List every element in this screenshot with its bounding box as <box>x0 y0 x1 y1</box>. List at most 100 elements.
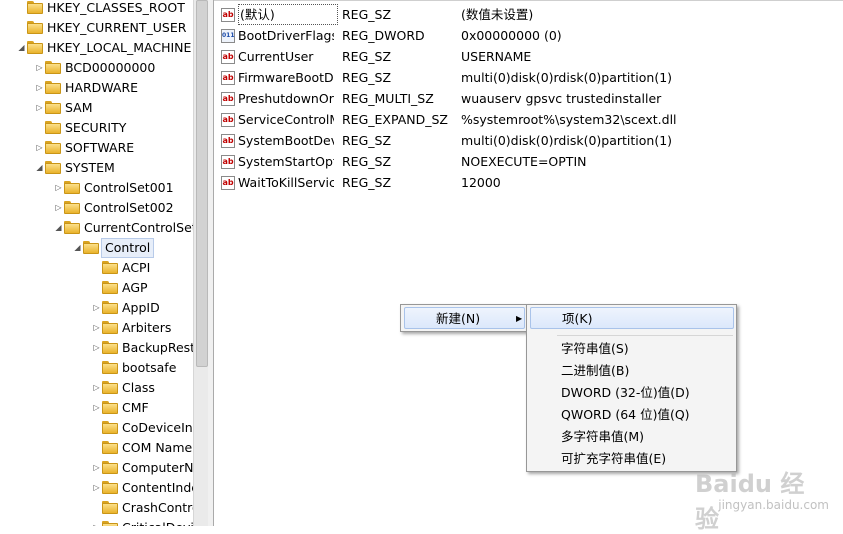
value-data: USERNAME <box>461 49 532 64</box>
tree-node[interactable]: ▷ BackupRestore <box>0 338 193 358</box>
folder-icon <box>45 141 61 154</box>
tree-node[interactable]: ◢ Control <box>0 238 193 258</box>
submenu-item-label: QWORD (64 位)值(Q) <box>561 407 690 422</box>
value-type: REG_SZ <box>342 154 392 169</box>
tree-node[interactable]: CrashControl <box>0 498 193 518</box>
value-name: SystemStartOptions <box>238 154 334 169</box>
value-row[interactable]: abPreshutdownOrder REG_MULTI_SZ wuauserv g… <box>214 88 843 109</box>
value-data: wuauserv gpsvc trustedinstaller <box>461 91 662 106</box>
tree-node[interactable]: ▷ SAM <box>0 98 193 118</box>
expand-arrow-icon[interactable]: ▷ <box>92 478 101 498</box>
collapse-arrow-icon[interactable]: ◢ <box>73 238 82 258</box>
string-value-icon: ab <box>221 134 235 148</box>
tree-node[interactable]: ◢ SYSTEM <box>0 158 193 178</box>
folder-icon <box>102 321 118 334</box>
folder-icon <box>27 21 43 34</box>
value-row[interactable]: abSystemBootDevice REG_SZ multi(0)disk(0)r… <box>214 130 843 151</box>
value-name: ServiceControlManagerExtension <box>238 112 334 127</box>
value-row[interactable]: abServiceControlManagerExtension REG_EXPA… <box>214 109 843 130</box>
tree-node-label: CurrentControlSet <box>84 220 193 235</box>
value-row[interactable]: abSystemStartOptions REG_SZ NOEXECUTE=OPT… <box>214 151 843 172</box>
submenu-item-label: DWORD (32-位)值(D) <box>561 385 690 400</box>
tree-node[interactable]: ▷ ControlSet001 <box>0 178 193 198</box>
tree-node[interactable]: ◢ HKEY_LOCAL_MACHINE <box>0 38 193 58</box>
tree-node[interactable]: ▷ Arbiters <box>0 318 193 338</box>
tree-node[interactable]: CoDeviceInsta <box>0 418 193 438</box>
value-name: CurrentUser <box>238 49 314 64</box>
value-row[interactable]: ab CurrentUser REG_SZ USERNAME <box>214 46 843 67</box>
tree-node[interactable]: SECURITY <box>0 118 193 138</box>
tree-node[interactable]: COM Name Ar <box>0 438 193 458</box>
value-name: SystemBootDevice <box>238 133 334 148</box>
value-row[interactable]: abWaitToKillServiceTimeout REG_SZ 12000 <box>214 172 843 193</box>
folder-icon <box>102 301 118 314</box>
tree-node[interactable]: ▷ CMF <box>0 398 193 418</box>
expand-arrow-icon[interactable]: ▷ <box>92 318 101 338</box>
expand-arrow-icon[interactable]: ▷ <box>92 398 101 418</box>
tree-node[interactable]: HKEY_CLASSES_ROOT <box>0 0 193 18</box>
folder-icon <box>102 501 118 514</box>
folder-icon <box>102 401 118 414</box>
tree-node[interactable]: ACPI <box>0 258 193 278</box>
value-data: 0x00000000 (0) <box>461 28 562 43</box>
submenu-item-dword-value[interactable]: DWORD (32-位)值(D) <box>530 382 734 404</box>
expand-arrow-icon[interactable]: ▷ <box>54 198 63 218</box>
tree-node[interactable]: ▷ CriticalDeviceD <box>0 518 193 526</box>
folder-icon <box>102 261 118 274</box>
tree-scrollbar[interactable] <box>193 0 208 526</box>
tree-node-label: Class <box>122 380 155 395</box>
string-value-icon: ab <box>221 71 235 85</box>
value-name: WaitToKillServiceTimeout <box>238 175 334 190</box>
collapse-arrow-icon[interactable]: ◢ <box>35 158 44 178</box>
submenu-item-key[interactable]: 项(K) <box>530 307 734 329</box>
submenu-item-binary-value[interactable]: 二进制值(B) <box>530 360 734 382</box>
folder-icon <box>64 221 80 234</box>
submenu-item-qword-value[interactable]: QWORD (64 位)值(Q) <box>530 404 734 426</box>
expand-arrow-icon[interactable]: ▷ <box>92 518 101 526</box>
tree-scrollbar-thumb[interactable] <box>196 0 208 367</box>
tree-node[interactable]: ▷ HARDWARE <box>0 78 193 98</box>
tree-node[interactable]: bootsafe <box>0 358 193 378</box>
value-row[interactable]: 011 BootDriverFlags REG_DWORD 0x00000000 (0… <box>214 25 843 46</box>
expand-arrow-icon[interactable]: ▷ <box>35 78 44 98</box>
collapse-arrow-icon[interactable]: ◢ <box>54 218 63 238</box>
tree-node-label: SYSTEM <box>65 160 115 175</box>
expand-arrow-icon[interactable]: ▷ <box>35 98 44 118</box>
tree-node[interactable]: ▷ AppID <box>0 298 193 318</box>
submenu-item-label: 多字符串值(M) <box>561 429 645 444</box>
tree-node-label: COM Name Ar <box>122 440 193 455</box>
string-value-icon: ab <box>221 155 235 169</box>
tree-node[interactable]: ▷ BCD00000000 <box>0 58 193 78</box>
tree-node-label: HKEY_CLASSES_ROOT <box>47 0 185 15</box>
expand-arrow-icon[interactable]: ▷ <box>92 298 101 318</box>
expand-arrow-icon[interactable]: ▷ <box>92 378 101 398</box>
expand-arrow-icon[interactable]: ▷ <box>92 458 101 478</box>
expand-arrow-icon[interactable]: ▷ <box>35 58 44 78</box>
tree-node[interactable]: AGP <box>0 278 193 298</box>
value-type: REG_MULTI_SZ <box>342 91 434 106</box>
tree-node[interactable]: ▷ SOFTWARE <box>0 138 193 158</box>
value-row[interactable]: abFirmwareBootDevice REG_SZ multi(0)disk(0… <box>214 67 843 88</box>
expand-arrow-icon[interactable]: ▷ <box>92 338 101 358</box>
menu-item-new[interactable]: 新建(N) ▶ <box>404 307 525 329</box>
expand-arrow-icon[interactable]: ▷ <box>35 138 44 158</box>
value-type: REG_DWORD <box>342 28 425 43</box>
value-row[interactable]: ab (默认) REG_SZ (数值未设置) <box>214 4 843 25</box>
registry-key-tree[interactable]: HKEY_CLASSES_ROOT HKEY_CURRENT_USER ◢ HKEY_… <box>0 0 193 526</box>
value-type: REG_SZ <box>342 70 392 85</box>
folder-icon <box>102 361 118 374</box>
tree-node-label: SAM <box>65 100 93 115</box>
tree-node[interactable]: ▷ Class <box>0 378 193 398</box>
expand-arrow-icon[interactable]: ▷ <box>54 178 63 198</box>
tree-node[interactable]: ◢ CurrentControlSet <box>0 218 193 238</box>
menu-item-new-label: 新建(N) <box>436 311 481 326</box>
submenu-item-multi-string-value[interactable]: 多字符串值(M) <box>530 426 734 448</box>
tree-node[interactable]: HKEY_CURRENT_USER <box>0 18 193 38</box>
value-type: REG_SZ <box>342 49 392 64</box>
tree-node[interactable]: ▷ ComputerNam <box>0 458 193 478</box>
tree-node[interactable]: ▷ ControlSet002 <box>0 198 193 218</box>
folder-icon <box>102 441 118 454</box>
collapse-arrow-icon[interactable]: ◢ <box>17 38 26 58</box>
submenu-item-string-value[interactable]: 字符串值(S) <box>530 338 734 360</box>
tree-node[interactable]: ▷ ContentIndex <box>0 478 193 498</box>
